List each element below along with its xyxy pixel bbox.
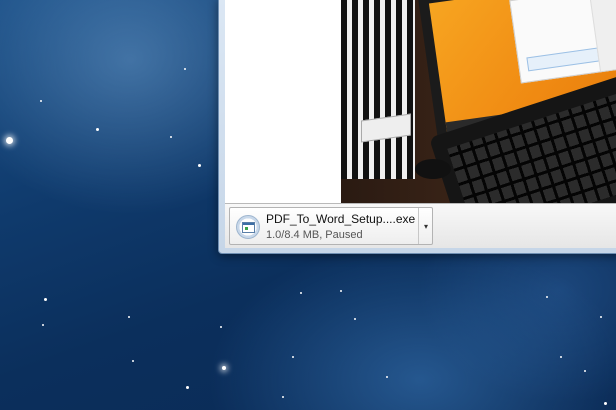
wallpaper-star xyxy=(186,386,189,389)
striped-object xyxy=(341,0,415,179)
wallpaper-star xyxy=(300,292,302,294)
wallpaper-star xyxy=(584,370,586,372)
installer-icon xyxy=(236,215,260,239)
wallpaper-star xyxy=(184,68,186,70)
wallpaper-star xyxy=(96,128,99,131)
installer-dialog xyxy=(509,0,616,84)
wallpaper-star xyxy=(292,356,294,358)
wallpaper-star xyxy=(386,376,388,378)
page-content xyxy=(225,0,616,203)
download-status: 1.0/8.4 MB, Paused xyxy=(266,229,363,241)
wallpaper-star xyxy=(220,326,222,328)
wallpaper-star xyxy=(282,396,284,398)
download-menu-button[interactable]: ▾ xyxy=(418,208,433,244)
mouse xyxy=(415,159,451,179)
browser-window: PDF_To_Word_Setup....exe 1.0/8.4 MB, Pau… xyxy=(218,0,616,254)
wallpaper-star xyxy=(44,298,47,301)
wallpaper-star xyxy=(600,316,602,318)
laptop-photo xyxy=(341,0,616,203)
wallpaper-star xyxy=(604,402,607,405)
wallpaper-star xyxy=(132,360,134,362)
wallpaper-star xyxy=(198,164,201,167)
download-shelf: PDF_To_Word_Setup....exe 1.0/8.4 MB, Pau… xyxy=(225,203,616,248)
wallpaper-star xyxy=(354,318,356,320)
wallpaper-star xyxy=(40,100,42,102)
wallpaper-star xyxy=(42,324,44,326)
wallpaper-star xyxy=(170,136,172,138)
wallpaper-star xyxy=(128,316,130,318)
wallpaper-star xyxy=(560,356,562,358)
wallpaper-star xyxy=(340,290,342,292)
download-item[interactable]: PDF_To_Word_Setup....exe 1.0/8.4 MB, Pau… xyxy=(229,207,433,245)
wallpaper-star xyxy=(6,137,13,144)
download-filename: PDF_To_Word_Setup....exe xyxy=(266,212,416,226)
wallpaper-star xyxy=(222,366,226,370)
wallpaper-star xyxy=(546,296,548,298)
chevron-down-icon: ▾ xyxy=(423,221,428,231)
